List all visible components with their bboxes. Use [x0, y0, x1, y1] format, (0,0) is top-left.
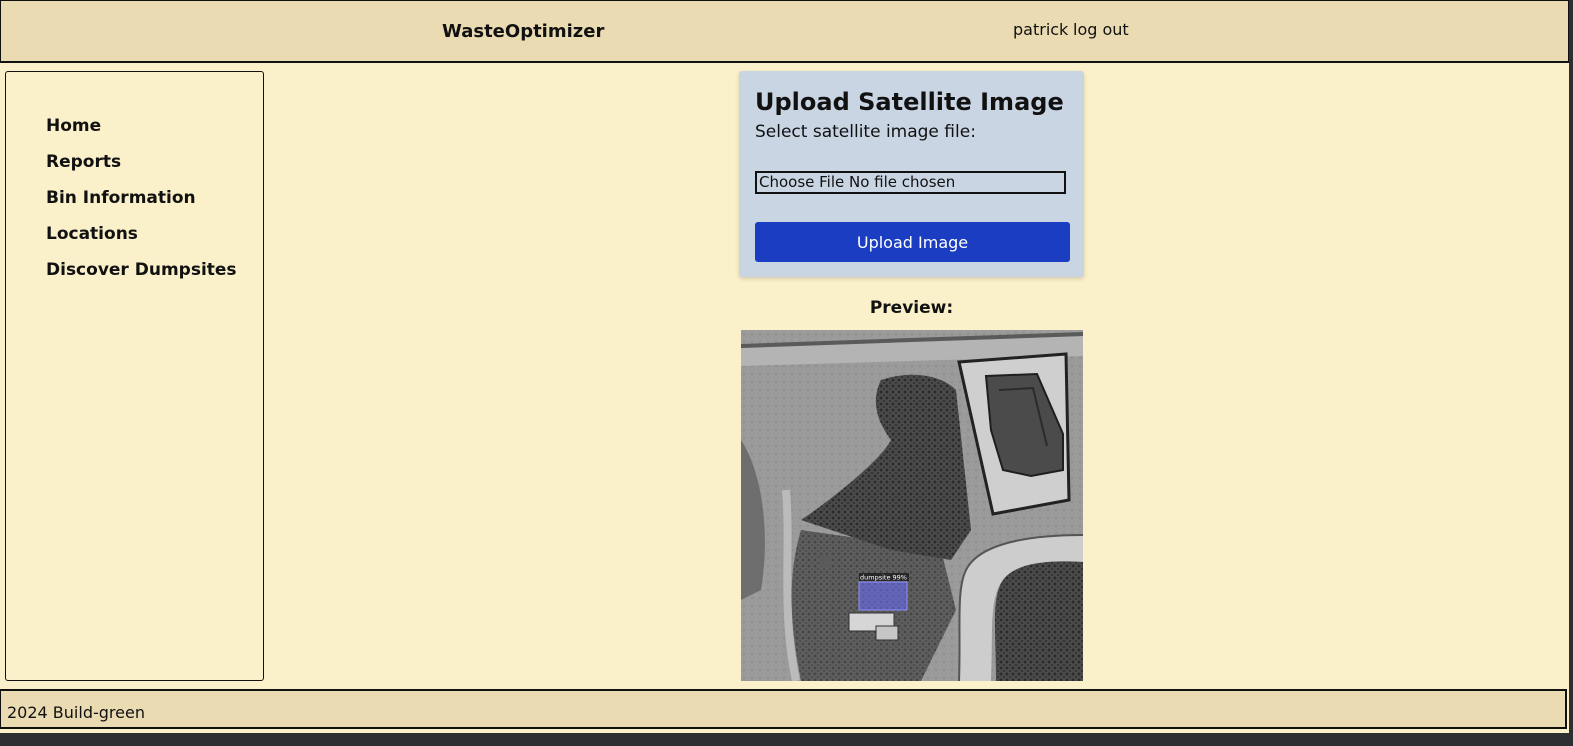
logout-link[interactable]: log out [1073, 20, 1129, 39]
file-select-label: Select satellite image file: [755, 122, 976, 142]
sidebar-item-bin-information[interactable]: Bin Information [46, 188, 196, 208]
sidebar-item-home[interactable]: Home [46, 116, 101, 136]
footer: 2024 Build-green [0, 689, 1567, 729]
upload-card: Upload Satellite Image Select satellite … [739, 71, 1084, 277]
sidebar-item-locations[interactable]: Locations [46, 224, 138, 244]
detection-label: dumpsite 99% [860, 574, 907, 582]
page: WasteOptimizer patrick log out Home Repo… [0, 0, 1573, 746]
upload-image-button[interactable]: Upload Image [755, 222, 1070, 262]
desktop-background-strip [0, 733, 1573, 746]
preview-label: Preview: [869, 298, 954, 318]
sidebar-item-reports[interactable]: Reports [46, 152, 121, 172]
satellite-preview-image: dumpsite 99% [741, 330, 1083, 681]
file-input[interactable]: Choose File No file chosen [755, 171, 1066, 194]
sidebar-item-discover-dumpsites[interactable]: Discover Dumpsites [46, 260, 237, 280]
username: patrick [1013, 20, 1069, 39]
app-container: WasteOptimizer patrick log out Home Repo… [0, 0, 1569, 733]
sidebar: Home Reports Bin Information Locations D… [5, 71, 264, 681]
footer-text: 2024 Build-green [7, 703, 145, 722]
header: WasteOptimizer patrick log out [0, 0, 1569, 63]
upload-card-title: Upload Satellite Image [755, 88, 1064, 116]
brand-title[interactable]: WasteOptimizer [442, 21, 604, 42]
